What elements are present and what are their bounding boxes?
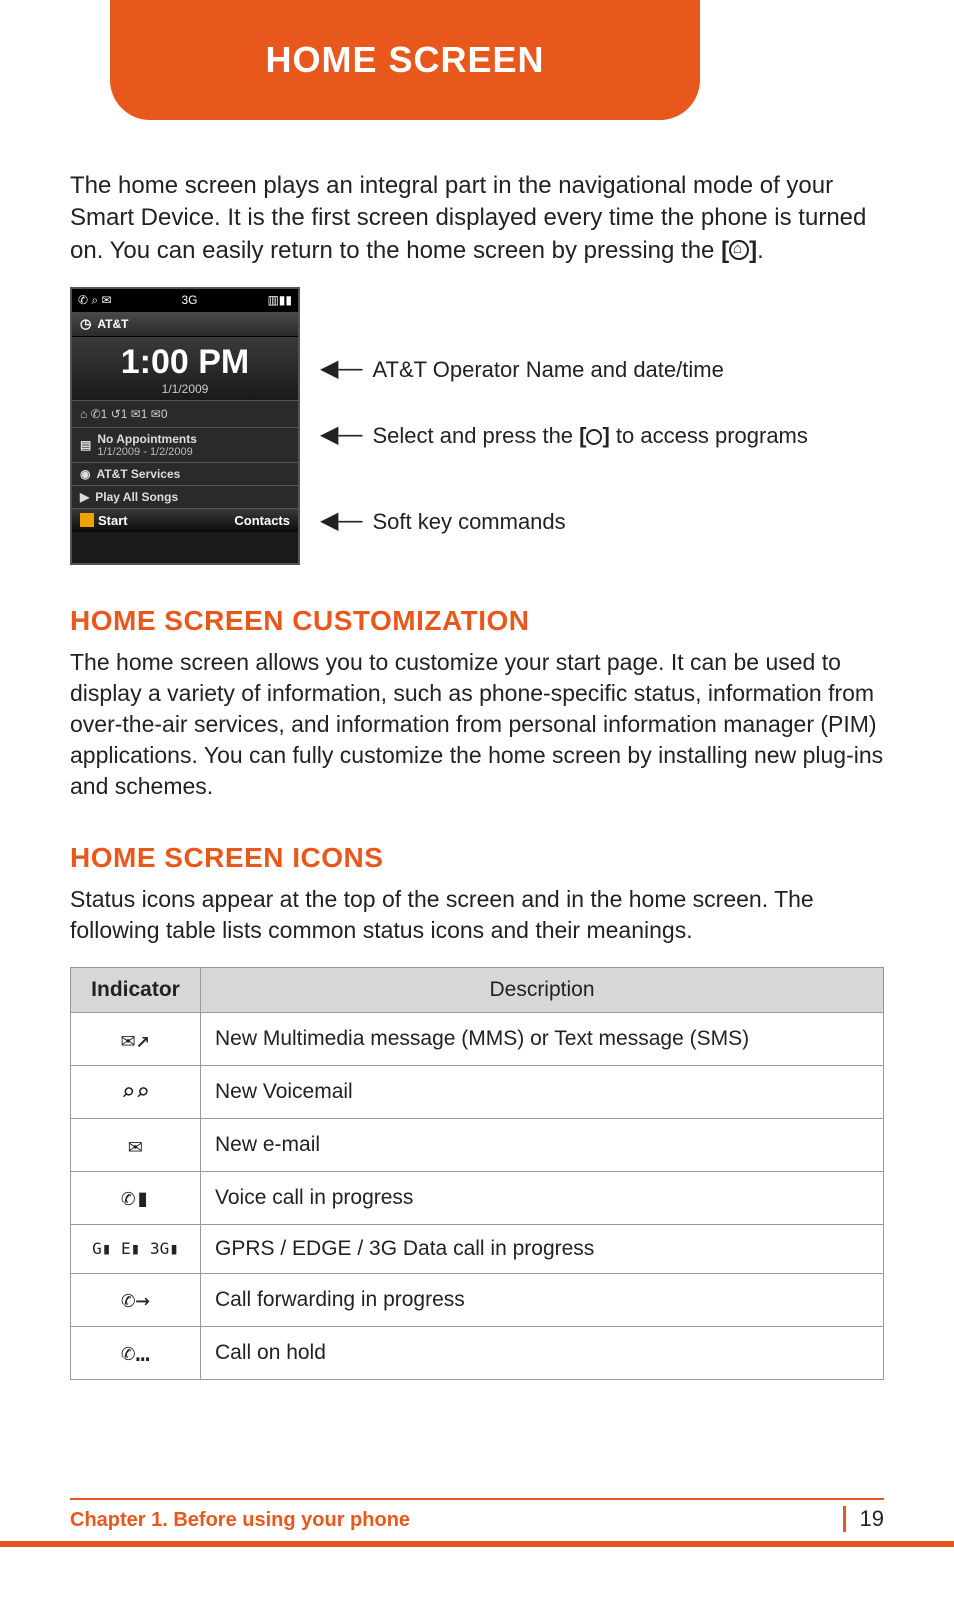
table-row: ✆▮ Voice call in progress: [71, 1171, 884, 1224]
indicator-icon: ✆▮: [71, 1171, 201, 1224]
services-label: AT&T Services: [96, 467, 180, 481]
indicator-icon: ✉: [71, 1118, 201, 1171]
softkey-start: Start: [98, 513, 128, 528]
ring-key-icon: [586, 429, 602, 445]
footer-page-number: 19: [843, 1506, 884, 1532]
phone-time: 1:00 PM: [72, 343, 298, 382]
table-row: ⌕⌕ New Voicemail: [71, 1065, 884, 1118]
page-title: HOME SCREEN: [265, 39, 544, 81]
table-row: G▮ E▮ 3G▮ GPRS / EDGE / 3G Data call in …: [71, 1224, 884, 1273]
phone-clock: 1:00 PM 1/1/2009: [72, 337, 298, 400]
indicator-desc: New e-mail: [201, 1118, 884, 1171]
start-flag-icon: [80, 513, 94, 527]
th-indicator: Indicator: [71, 967, 201, 1012]
home-screen-diagram: ✆ ⌕ ✉ 3G ▥▮▮ AT&T 1:00 PM 1/1/2009 ⌂ ✆1 …: [70, 287, 884, 565]
section-icons-body: Status icons appear at the top of the sc…: [70, 884, 884, 946]
indicator-desc: GPRS / EDGE / 3G Data call in progress: [201, 1224, 884, 1273]
indicator-desc: New Multimedia message (MMS) or Text mes…: [201, 1012, 884, 1065]
arrow-icon: ◀—: [320, 509, 362, 533]
phone-services-row: ◉ AT&T Services: [72, 462, 298, 485]
page-header-tab: HOME SCREEN: [110, 0, 700, 120]
phone-mock: ✆ ⌕ ✉ 3G ▥▮▮ AT&T 1:00 PM 1/1/2009 ⌂ ✆1 …: [70, 287, 300, 565]
phone-softkeys: Start Contacts: [72, 508, 298, 532]
table-row: ✆→ Call forwarding in progress: [71, 1273, 884, 1326]
status-left-icons: ✆ ⌕ ✉: [78, 293, 112, 308]
table-row: ✉ New e-mail: [71, 1118, 884, 1171]
section-icons-title: HOME SCREEN ICONS: [70, 842, 884, 874]
table-row: ✆… Call on hold: [71, 1326, 884, 1379]
appt-title: No Appointments: [97, 432, 197, 446]
table-header-row: Indicator Description: [71, 967, 884, 1012]
status-right-icons: ▥▮▮: [267, 293, 292, 308]
calendar-icon: ▤: [80, 438, 91, 452]
indicator-icon: ✆…: [71, 1326, 201, 1379]
play-icon: ▶: [80, 490, 89, 504]
page-footer: Chapter 1. Before using your phone 19: [70, 1498, 884, 1532]
table-row: ✉↗ New Multimedia message (MMS) or Text …: [71, 1012, 884, 1065]
indicator-icon: G▮ E▮ 3G▮: [71, 1224, 201, 1273]
intro-paragraph: The home screen plays an integral part i…: [70, 170, 884, 267]
phone-status-bar: ✆ ⌕ ✉ 3G ▥▮▮: [72, 289, 298, 312]
indicator-desc: New Voicemail: [201, 1065, 884, 1118]
callouts: ◀— AT&T Operator Name and date/time ◀— S…: [320, 287, 884, 565]
phone-counters-row: ⌂ ✆1 ↺1 ✉1 ✉0: [72, 400, 298, 427]
appt-range: 1/1/2009 - 1/2/2009: [97, 446, 197, 458]
phone-appointments-row: ▤ No Appointments 1/1/2009 - 1/2/2009: [72, 427, 298, 462]
indicator-icon: ✆→: [71, 1273, 201, 1326]
phone-operator: AT&T: [97, 317, 128, 331]
section-customization-body: The home screen allows you to customize …: [70, 647, 884, 802]
phone-date: 1/1/2009: [72, 382, 298, 396]
footer-chapter: Chapter 1. Before using your phone: [70, 1509, 410, 1532]
arrow-icon: ◀—: [320, 423, 362, 447]
callout-programs: Select and press the [] to access progra…: [372, 423, 884, 449]
arrow-icon: ◀—: [320, 357, 362, 381]
callout-operator: AT&T Operator Name and date/time: [372, 357, 884, 383]
callout-softkeys: Soft key commands: [372, 509, 884, 535]
indicator-desc: Voice call in progress: [201, 1171, 884, 1224]
th-description: Description: [201, 967, 884, 1012]
phone-operator-row: AT&T: [72, 312, 298, 337]
phone-counters: ⌂ ✆1 ↺1 ✉1 ✉0: [80, 407, 168, 421]
status-network-icon: 3G: [181, 293, 197, 308]
phone-songs-row: ▶ Play All Songs: [72, 485, 298, 508]
intro-suffix: .: [757, 237, 764, 264]
indicator-desc: Call forwarding in progress: [201, 1273, 884, 1326]
indicator-desc: Call on hold: [201, 1326, 884, 1379]
icons-table: Indicator Description ✉↗ New Multimedia …: [70, 967, 884, 1380]
softkey-contacts: Contacts: [234, 513, 290, 528]
indicator-icon: ✉↗: [71, 1012, 201, 1065]
home-key-icon: [729, 240, 749, 260]
globe-icon: ◉: [80, 467, 90, 481]
footer-accent-bar: [0, 1541, 954, 1547]
section-customization-title: HOME SCREEN CUSTOMIZATION: [70, 605, 884, 637]
indicator-icon: ⌕⌕: [71, 1065, 201, 1118]
songs-label: Play All Songs: [95, 490, 178, 504]
